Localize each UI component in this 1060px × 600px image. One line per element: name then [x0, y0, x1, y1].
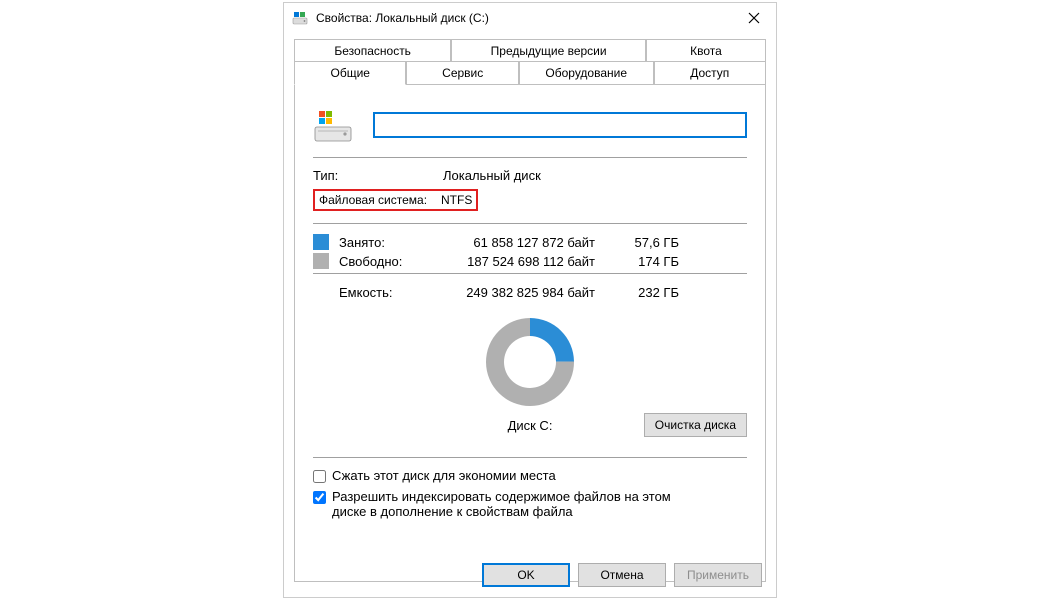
- used-row: Занято: 61 858 127 872 байт 57,6 ГБ: [313, 234, 747, 250]
- tab-quota[interactable]: Квота: [646, 39, 766, 62]
- free-bytes: 187 524 698 112 байт: [439, 254, 619, 269]
- free-row: Свободно: 187 524 698 112 байт 174 ГБ: [313, 253, 747, 269]
- disk-cleanup-button[interactable]: Очистка диска: [644, 413, 747, 437]
- divider: [313, 273, 747, 274]
- close-button[interactable]: [734, 4, 774, 32]
- used-label: Занято:: [339, 235, 439, 250]
- compress-checkbox[interactable]: [313, 470, 326, 483]
- type-row: Тип: Локальный диск: [313, 168, 747, 183]
- divider: [313, 157, 747, 158]
- filesystem-label: Файловая система:: [319, 193, 441, 207]
- tab-sharing[interactable]: Доступ: [654, 61, 766, 85]
- used-swatch: [313, 234, 329, 250]
- filesystem-value: NTFS: [441, 193, 472, 207]
- tab-general[interactable]: Общие: [294, 61, 406, 85]
- type-label: Тип:: [313, 168, 443, 183]
- compress-label: Сжать этот диск для экономии места: [332, 468, 556, 483]
- tab-hardware[interactable]: Оборудование: [519, 61, 654, 85]
- type-value: Локальный диск: [443, 168, 747, 183]
- properties-dialog: Свойства: Локальный диск (C:) Безопаснос…: [283, 2, 777, 598]
- spacer: [313, 284, 329, 300]
- tab-tools[interactable]: Сервис: [406, 61, 518, 85]
- index-checkbox[interactable]: [313, 491, 326, 504]
- capacity-bytes: 249 382 825 984 байт: [439, 285, 619, 300]
- tab-strip: Безопасность Предыдущие версии Квота Общ…: [284, 33, 776, 85]
- divider: [313, 457, 747, 458]
- dialog-footer: OK Отмена Применить: [284, 553, 776, 597]
- free-size: 174 ГБ: [619, 254, 679, 269]
- free-label: Свободно:: [339, 254, 439, 269]
- cancel-button[interactable]: Отмена: [578, 563, 666, 587]
- tab-panel-general: Тип: Локальный диск Файловая система: NT…: [294, 84, 766, 582]
- drive-icon: [313, 105, 353, 145]
- free-swatch: [313, 253, 329, 269]
- window-title: Свойства: Локальный диск (C:): [316, 11, 734, 25]
- divider: [313, 223, 747, 224]
- index-label: Разрешить индексировать содержимое файло…: [332, 489, 692, 519]
- capacity-row: Емкость: 249 382 825 984 байт 232 ГБ: [313, 284, 747, 300]
- capacity-label: Емкость:: [339, 285, 439, 300]
- apply-button[interactable]: Применить: [674, 563, 762, 587]
- tab-previous-versions[interactable]: Предыдущие версии: [451, 39, 646, 62]
- tab-security[interactable]: Безопасность: [294, 39, 451, 62]
- capacity-size: 232 ГБ: [619, 285, 679, 300]
- used-bytes: 61 858 127 872 байт: [439, 235, 619, 250]
- used-size: 57,6 ГБ: [619, 235, 679, 250]
- usage-donut: [313, 312, 747, 412]
- compress-checkbox-row[interactable]: Сжать этот диск для экономии места: [313, 468, 747, 483]
- filesystem-highlight: Файловая система: NTFS: [313, 189, 478, 211]
- drive-icon-small: [292, 10, 308, 26]
- ok-button[interactable]: OK: [482, 563, 570, 587]
- drive-name-input[interactable]: [373, 112, 747, 138]
- index-checkbox-row[interactable]: Разрешить индексировать содержимое файло…: [313, 489, 747, 519]
- titlebar: Свойства: Локальный диск (C:): [284, 3, 776, 33]
